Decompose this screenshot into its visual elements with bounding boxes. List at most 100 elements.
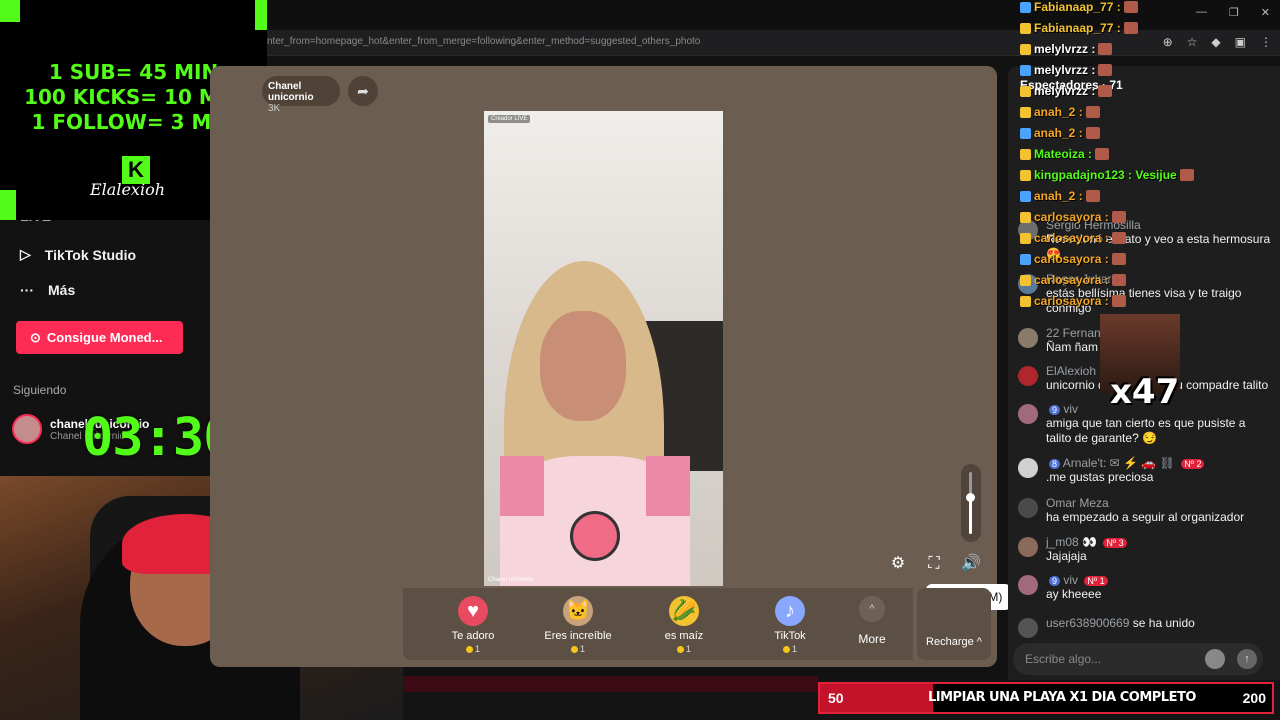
volume-fill (969, 496, 972, 534)
kick-chat-line: anah_2 : (1020, 105, 1100, 119)
splatter-decoration (0, 0, 20, 22)
gift-name: Eres increíble (544, 630, 612, 642)
kick-badge-icon (1020, 127, 1031, 139)
gift-price: 1 (433, 644, 513, 654)
creator-badge[interactable]: Chanel unicornio 3K (262, 76, 340, 114)
kick-chat-line: Fabianaap_77 : (1020, 0, 1138, 14)
kick-chat-line: melylvrzz : (1020, 84, 1113, 98)
creator-likes: 3K (268, 103, 281, 114)
kick-chat-line: Mateoiza : (1020, 147, 1110, 161)
chat-username[interactable]: Omar Meza (1046, 496, 1244, 510)
kick-emote-icon (1085, 106, 1100, 118)
kick-emote-icon (1111, 253, 1126, 265)
kick-emote-icon (1111, 211, 1126, 223)
kick-chat-username: anah_2 : (1034, 189, 1083, 203)
kick-emote-icon (1085, 127, 1100, 139)
chat-message: 9 viv Nº 1 ay kheeee (1018, 573, 1273, 602)
chat-text: user638900669 se ha unido (1046, 616, 1195, 630)
menu-icon[interactable]: ⋮ (1260, 35, 1272, 49)
video-live-tag: Creador LIVE (488, 115, 531, 123)
studio-icon: ▷ (20, 246, 31, 262)
gift-tiktok[interactable]: ♪ TikTok 1 (750, 596, 830, 654)
avatar[interactable] (1018, 328, 1038, 348)
get-coins-button[interactable]: ⊙ Consigue Moned... (16, 321, 183, 354)
chat-text: amiga que tan cierto es que pusiste a ta… (1046, 416, 1246, 445)
kick-emote-icon (1179, 169, 1194, 181)
kick-badge-icon (1020, 169, 1031, 181)
kick-chat-username: carlosayora : (1034, 294, 1109, 308)
kick-chat-username: kingpadajno123 : Vesijue (1034, 168, 1177, 182)
chat-username[interactable]: 9 viv Nº 1 (1046, 573, 1108, 587)
chat-username[interactable]: j_m08 👀 Nº 3 (1046, 535, 1127, 549)
splatter-decoration (0, 190, 16, 220)
settings-icon[interactable]: ⚙ (887, 553, 909, 575)
avatar[interactable] (1018, 366, 1038, 386)
chat-input[interactable]: Escribe algo... ↑ (1013, 643, 1263, 675)
chat-message: Omar Meza ha empezado a seguir al organi… (1018, 496, 1273, 525)
kick-emote-icon (1111, 232, 1126, 244)
kick-emote-icon (1095, 148, 1110, 160)
goal-line-text: 1 SUB= 45 MIN (48, 60, 219, 84)
kick-badge-icon (1020, 295, 1031, 307)
close-icon[interactable]: ✕ (1261, 6, 1270, 19)
emoji-icon[interactable] (1205, 649, 1225, 669)
volume-knob[interactable] (966, 492, 975, 502)
creator-name: Chanel unicornio (268, 81, 314, 103)
video-sleeve-right (646, 456, 690, 516)
kick-chat-line: melylvrzz : (1020, 63, 1113, 77)
kick-badge-icon (1020, 253, 1031, 265)
kick-emote-icon (1123, 1, 1138, 13)
join-icon (1018, 618, 1038, 638)
level-badge: 8 (1049, 458, 1061, 469)
kick-chat-username: melylvrzz : (1034, 42, 1096, 56)
url-text[interactable]: nter_from=homepage_hot&enter_from_merge=… (267, 36, 700, 47)
goal-target: 200 (1242, 690, 1266, 706)
kick-badge-icon (1020, 274, 1031, 286)
rank-badge: Nº 3 (1103, 537, 1127, 548)
gift-price: 1 (538, 644, 618, 654)
kick-chat-username: Fabianaap_77 : (1034, 0, 1121, 14)
gift-eres-increible[interactable]: 🐱 Eres increíble 1 (538, 596, 618, 654)
kick-chat-line: carlosayora : (1020, 273, 1126, 287)
send-icon[interactable]: ↑ (1237, 649, 1257, 669)
get-coins-label: Consigue Moned... (46, 330, 163, 345)
share-arrow-icon: ➦ (357, 83, 369, 99)
sidebar-item-tiktok-studio[interactable]: ▷ TikTok Studio (20, 246, 136, 263)
speaker-icon[interactable]: 🔊 (960, 553, 982, 575)
live-video[interactable]: Creador LIVE Chanel unicornio (484, 111, 723, 586)
kick-emote-icon (1123, 22, 1138, 34)
coin-icon (782, 646, 790, 654)
kick-emote-icon (1098, 43, 1113, 55)
chat-message: j_m08 👀 Nº 3 Jajajaja (1018, 535, 1273, 564)
live-viewer-panel: Chanel unicornio 3K ➦ Creador LIVE Chane… (210, 66, 1012, 667)
rank-badge: Nº 1 (1084, 575, 1108, 586)
tiktok-gift-icon: ♪ (775, 596, 805, 626)
kick-chat-overlay: Fabianaap_77 : Fabianaap_77 : melylvrzz : m… (1020, 0, 1260, 320)
recharge-button[interactable]: Recharge ^ (917, 588, 991, 660)
gift-te-adoro[interactable]: ♥ Te adoro 1 (433, 596, 513, 654)
kick-badge-icon (1020, 148, 1031, 160)
screen: — ❐ ✕ nter_from=homepage_hot&enter_from_… (0, 0, 1280, 720)
chat-username[interactable]: 8 Arnale't: ✉ ⚡ 🚗 ⛓ Nº 2 (1046, 456, 1205, 470)
fullscreen-icon[interactable]: ⛶ (923, 553, 945, 575)
kick-chat-username: carlosayora : (1034, 273, 1109, 287)
kick-chat-line: carlosayora : (1020, 210, 1126, 224)
kick-chat-username: carlosayora : (1034, 210, 1109, 224)
sidebar-item-more[interactable]: ··· Más (20, 282, 75, 298)
avatar[interactable] (1018, 404, 1038, 424)
volume-slider[interactable] (961, 464, 981, 542)
avatar[interactable] (1018, 498, 1038, 518)
kick-emote-icon (1085, 190, 1100, 202)
more-label: More (858, 632, 886, 646)
chat-message: 8 Arnale't: ✉ ⚡ 🚗 ⛓ Nº 2 .me gustas preci… (1018, 456, 1273, 485)
avatar[interactable] (1018, 575, 1038, 595)
kick-badge-icon (1020, 1, 1031, 13)
share-button[interactable]: ➦ (348, 76, 378, 106)
gift-es-maiz[interactable]: 🌽 es maíz 1 (644, 596, 724, 654)
avatar[interactable] (1018, 458, 1038, 478)
gift-name: TikTok (774, 630, 806, 642)
avatar[interactable] (1018, 537, 1038, 557)
heart-gift-icon: ♥ (458, 596, 488, 626)
more-gifts-button[interactable]: ^ More (850, 596, 894, 646)
chat-join-notice: user638900669 se ha unido (1018, 616, 1273, 638)
